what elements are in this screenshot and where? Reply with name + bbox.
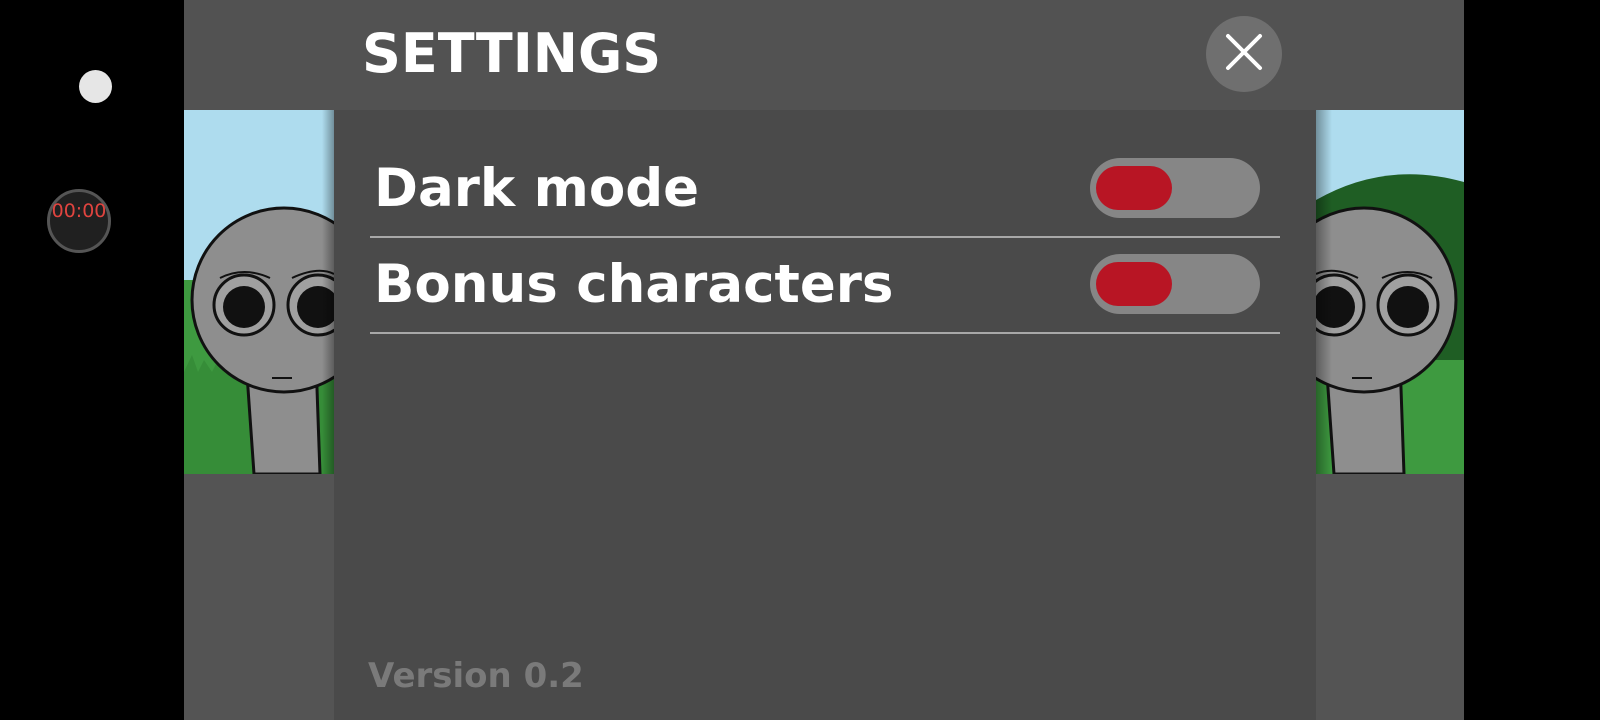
setting-row-bonus-characters: Bonus characters: [370, 236, 1280, 334]
background-lower-right: [1316, 474, 1464, 720]
left-system-bar: 00:00: [0, 0, 184, 720]
floating-dot[interactable]: [79, 70, 112, 103]
panel-shadow-right: [1316, 110, 1332, 474]
close-button[interactable]: [1206, 16, 1282, 92]
background-lower-left: [184, 474, 334, 720]
app-window: SETTINGS Dark mode Bonus characters Vers…: [184, 0, 1464, 720]
background-scene-right: [1316, 110, 1464, 474]
bonus-characters-toggle[interactable]: [1090, 254, 1260, 314]
right-system-bar: [1464, 0, 1600, 720]
version-label: Version 0.2: [368, 656, 584, 696]
screen-record-timer[interactable]: 00:00: [47, 189, 111, 253]
page-title: SETTINGS: [362, 22, 662, 85]
bonus-characters-label: Bonus characters: [374, 254, 894, 315]
close-icon: [1224, 32, 1264, 76]
panel-shadow-left: [322, 110, 334, 474]
setting-row-dark-mode: Dark mode: [370, 140, 1280, 238]
dark-mode-toggle-knob: [1096, 166, 1172, 210]
dark-mode-label: Dark mode: [374, 158, 700, 219]
background-scene-left: [184, 110, 334, 474]
bonus-characters-toggle-knob: [1096, 262, 1172, 306]
dark-mode-toggle[interactable]: [1090, 158, 1260, 218]
